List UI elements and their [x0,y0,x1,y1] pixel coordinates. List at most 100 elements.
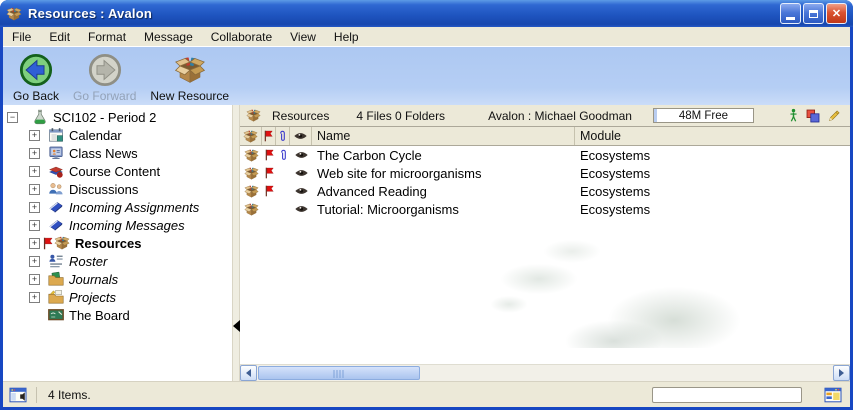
minimize-icon [786,17,795,20]
eye-icon [294,186,309,196]
open-box-icon [243,129,258,144]
column-attachment[interactable] [276,127,290,145]
expand-box-icon[interactable] [29,256,40,267]
status-progress-field [652,387,802,403]
status-bar: 4 Items. [3,381,850,407]
close-button[interactable]: ✕ [826,3,847,24]
book-icon [48,217,64,233]
maximize-icon [809,10,818,18]
expand-box-icon[interactable] [29,184,40,195]
flag-icon [264,185,275,197]
tree-item-label: The Board [69,308,130,323]
tree-item-label: Course Content [69,164,160,179]
scrollbar-thumb[interactable] [258,366,420,380]
menu-help[interactable]: Help [325,28,368,46]
menu-bar: File Edit Format Message Collaborate Vie… [3,27,850,47]
file-folder-counts: 4 Files 0 Folders [356,109,445,123]
column-header-row: Name Module [240,127,850,146]
resources-header-bar: Resources 4 Files 0 Folders Avalon : Mic… [240,105,850,127]
expand-box-icon[interactable] [29,292,40,303]
expand-box-icon[interactable] [29,130,40,141]
journals-icon [48,271,64,287]
projects-icon [48,289,64,305]
flag-icon [264,149,275,161]
resources-panel: Resources 4 Files 0 Folders Avalon : Mic… [240,105,850,381]
tree-root-course[interactable]: SCI102 - Period 2 [3,108,232,126]
open-box-icon [244,166,259,181]
tree-item-incoming-messages[interactable]: Incoming Messages [3,216,232,234]
tree-item-label: Journals [69,272,118,287]
maximize-button[interactable] [803,3,824,24]
items-count-text: 4 Items. [48,388,91,402]
tree-item-calendar[interactable]: Calendar [3,126,232,144]
app-box-icon [6,6,22,22]
column-name[interactable]: Name [312,127,575,145]
go-forward-button[interactable]: Go Forward [69,50,140,105]
menu-edit[interactable]: Edit [40,28,79,46]
panel-layout-icon[interactable] [824,386,842,404]
tree-item-label: Calendar [69,128,122,143]
menu-view[interactable]: View [281,28,325,46]
tree-item-class-news[interactable]: Class News [3,144,232,162]
scroll-left-button[interactable] [240,365,257,381]
title-bar[interactable]: Resources : Avalon ✕ [0,0,853,27]
pencil-icon[interactable] [828,109,841,122]
column-flag[interactable] [262,127,276,145]
scrollbar-track[interactable] [257,365,833,381]
panel-title: Resources [272,109,329,123]
menu-collaborate[interactable]: Collaborate [202,28,281,46]
expand-box-icon[interactable] [29,202,40,213]
resource-name: The Carbon Cycle [312,146,575,164]
tree-item-incoming-assignments[interactable]: Incoming Assignments [3,198,232,216]
list-item[interactable]: Web site for microorganisms Ecosystems [240,164,850,182]
list-item[interactable]: Advanced Reading Ecosystems [240,182,850,200]
person-icon[interactable] [789,108,798,123]
tree-root-label: SCI102 - Period 2 [53,110,156,125]
tree-item-label: Discussions [69,182,138,197]
column-module[interactable]: Module [575,127,850,145]
book-icon [48,199,64,215]
go-back-button[interactable]: Go Back [9,50,63,105]
tree-item-journals[interactable]: Journals [3,270,232,288]
scroll-right-button[interactable] [833,365,850,381]
new-resource-button[interactable]: New Resource [146,50,233,105]
expand-box-icon[interactable] [29,220,40,231]
watermark-graphic [488,233,788,348]
splitter-collapse-arrow-icon[interactable] [233,320,240,332]
tree-item-roster[interactable]: Roster [3,252,232,270]
menu-format[interactable]: Format [79,28,135,46]
paperclip-icon [279,149,288,162]
toolbar: Go Back Go Forward New Resource [3,47,850,105]
minimize-button[interactable] [780,3,801,24]
resource-module: Ecosystems [575,200,850,218]
go-back-label: Go Back [13,89,59,103]
list-item[interactable]: Tutorial: Microorganisms Ecosystems [240,200,850,218]
menu-file[interactable]: File [3,28,40,46]
window-title: Resources : Avalon [28,6,152,21]
tree-item-projects[interactable]: Projects [3,288,232,306]
tree-item-resources[interactable]: Resources [3,234,232,252]
status-window-icon[interactable] [9,386,27,404]
list-item[interactable]: The Carbon Cycle Ecosystems [240,146,850,164]
flask-icon [32,109,48,125]
column-visibility[interactable] [290,127,312,145]
expand-box-icon[interactable] [29,148,40,159]
expand-box-icon[interactable] [29,166,40,177]
horizontal-scrollbar[interactable] [240,364,850,381]
expand-box-icon[interactable] [29,238,40,249]
tree-item-discussions[interactable]: Discussions [3,180,232,198]
collapse-box-icon[interactable] [7,112,18,123]
go-forward-label: Go Forward [73,89,136,103]
tree-item-the-board[interactable]: The Board [3,306,232,324]
expand-box-icon[interactable] [29,274,40,285]
roster-icon [48,253,64,269]
copy-icon[interactable] [806,109,820,123]
column-type[interactable] [240,127,262,145]
tree-item-course-content[interactable]: Course Content [3,162,232,180]
panel-splitter[interactable] [232,105,240,381]
open-box-icon [54,235,70,251]
right-arrow-icon [839,369,844,377]
board-icon [48,307,64,323]
open-box-icon [244,148,259,163]
menu-message[interactable]: Message [135,28,202,46]
